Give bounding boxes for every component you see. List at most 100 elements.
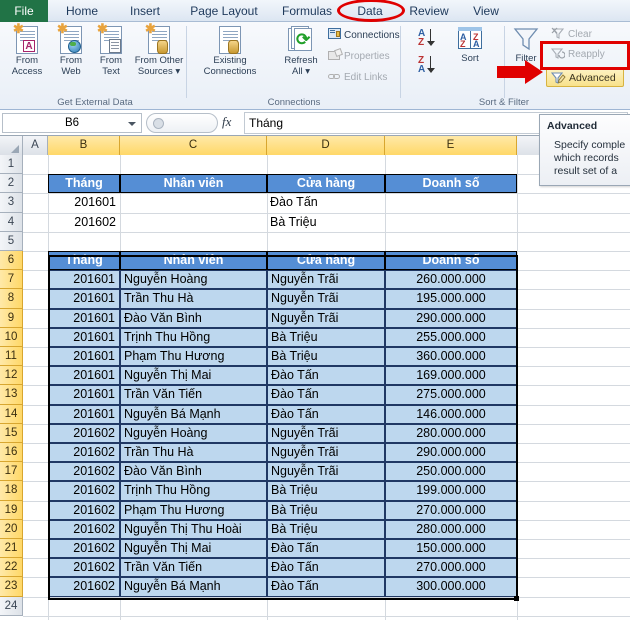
criteria-header-E2[interactable]: Doanh số xyxy=(385,174,517,193)
data-cell-B20[interactable]: 201602 xyxy=(48,520,120,539)
criteria-header-C2[interactable]: Nhân viên xyxy=(120,174,267,193)
criteria-cell-B3[interactable]: 201601 xyxy=(48,193,120,212)
worksheet-grid[interactable]: A B C D E 123456789101112131415161718192… xyxy=(0,136,630,620)
row-header-19[interactable]: 19 xyxy=(0,501,23,520)
data-cell-D19[interactable]: Bà Triệu xyxy=(267,501,385,520)
data-cell-B15[interactable]: 201602 xyxy=(48,424,120,443)
formula-bar-buttons[interactable] xyxy=(146,113,218,133)
row-header-1[interactable]: 1 xyxy=(0,155,23,174)
data-cell-C8[interactable]: Trần Thu Hà xyxy=(120,289,267,308)
data-cell-C19[interactable]: Phạm Thu Hương xyxy=(120,501,267,520)
data-cell-D15[interactable]: Nguyễn Trãi xyxy=(267,424,385,443)
column-header-d[interactable]: D xyxy=(267,136,385,155)
sort-descending-button[interactable]: Z A xyxy=(418,55,444,77)
row-header-10[interactable]: 10 xyxy=(0,328,23,347)
data-cell-E9[interactable]: 290.000.000 xyxy=(385,309,517,328)
insert-function-icon[interactable]: fx xyxy=(222,114,231,130)
row-header-17[interactable]: 17 xyxy=(0,462,23,481)
data-cell-C22[interactable]: Trần Văn Tiến xyxy=(120,558,267,577)
row-header-7[interactable]: 7 xyxy=(0,270,23,289)
data-cell-E7[interactable]: 260.000.000 xyxy=(385,270,517,289)
data-cell-E15[interactable]: 280.000.000 xyxy=(385,424,517,443)
data-cell-C23[interactable]: Nguyễn Bá Mạnh xyxy=(120,577,267,596)
tab-review[interactable]: Review xyxy=(400,0,458,22)
data-cell-C13[interactable]: Trần Văn Tiến xyxy=(120,385,267,404)
data-cell-B13[interactable]: 201601 xyxy=(48,385,120,404)
reapply-filter-button[interactable]: Reapply xyxy=(551,47,605,62)
from-other-sources-button[interactable]: ✱ From Other Sources ▾ xyxy=(131,26,187,77)
selection-fill-handle[interactable] xyxy=(514,596,519,601)
data-cell-D22[interactable]: Đào Tấn xyxy=(267,558,385,577)
data-cell-B16[interactable]: 201602 xyxy=(48,443,120,462)
data-cell-C21[interactable]: Nguyễn Thị Mai xyxy=(120,539,267,558)
column-header-b[interactable]: B xyxy=(48,136,120,155)
data-cell-E13[interactable]: 275.000.000 xyxy=(385,385,517,404)
row-header-5[interactable]: 5 xyxy=(0,232,23,251)
column-header-e[interactable]: E xyxy=(385,136,517,155)
data-cell-C15[interactable]: Nguyễn Hoàng xyxy=(120,424,267,443)
data-cell-B11[interactable]: 201601 xyxy=(48,347,120,366)
clear-filter-button[interactable]: Clear xyxy=(551,27,592,42)
cancel-formula-icon[interactable] xyxy=(153,118,164,129)
row-header-20[interactable]: 20 xyxy=(0,520,23,539)
criteria-header-D2[interactable]: Cửa hàng xyxy=(267,174,385,193)
chevron-down-icon[interactable] xyxy=(128,122,136,126)
data-cell-C7[interactable]: Nguyễn Hoàng xyxy=(120,270,267,289)
data-cell-D14[interactable]: Đào Tấn xyxy=(267,405,385,424)
row-header-15[interactable]: 15 xyxy=(0,424,23,443)
row-header-2[interactable]: 2 xyxy=(0,174,23,193)
data-cell-D10[interactable]: Bà Triệu xyxy=(267,328,385,347)
existing-connections-button[interactable]: Existing Connections xyxy=(190,26,270,77)
row-header-13[interactable]: 13 xyxy=(0,385,23,404)
row-header-6[interactable]: 6 xyxy=(0,251,23,270)
data-cell-D16[interactable]: Nguyễn Trãi xyxy=(267,443,385,462)
data-cell-B17[interactable]: 201602 xyxy=(48,462,120,481)
data-cell-E12[interactable]: 169.000.000 xyxy=(385,366,517,385)
data-cell-B19[interactable]: 201602 xyxy=(48,501,120,520)
tab-file[interactable]: File xyxy=(0,0,48,22)
data-cell-B7[interactable]: 201601 xyxy=(48,270,120,289)
data-cell-C11[interactable]: Phạm Thu Hương xyxy=(120,347,267,366)
from-text-button[interactable]: ✱ From Text xyxy=(91,26,131,77)
data-cell-C10[interactable]: Trịnh Thu Hồng xyxy=(120,328,267,347)
data-cell-D7[interactable]: Nguyễn Trãi xyxy=(267,270,385,289)
data-cell-B10[interactable]: 201601 xyxy=(48,328,120,347)
row-header-8[interactable]: 8 xyxy=(0,289,23,308)
criteria-header-B2[interactable]: Tháng xyxy=(48,174,120,193)
tab-home[interactable]: Home xyxy=(56,0,108,22)
data-cell-D23[interactable]: Đào Tấn xyxy=(267,577,385,596)
connections-button[interactable]: Connections xyxy=(328,28,400,43)
row-header-23[interactable]: 23 xyxy=(0,577,23,596)
data-cell-B18[interactable]: 201602 xyxy=(48,481,120,500)
data-cell-C9[interactable]: Đào Văn Bình xyxy=(120,309,267,328)
data-cell-B22[interactable]: 201602 xyxy=(48,558,120,577)
row-header-18[interactable]: 18 xyxy=(0,481,23,500)
data-cell-D17[interactable]: Nguyễn Trãi xyxy=(267,462,385,481)
row-header-24[interactable]: 24 xyxy=(0,597,23,616)
row-header-14[interactable]: 14 xyxy=(0,405,23,424)
data-cell-D11[interactable]: Bà Triệu xyxy=(267,347,385,366)
filter-button[interactable]: Filter xyxy=(506,26,546,65)
data-header-B6[interactable]: Tháng xyxy=(48,251,120,270)
column-header-a[interactable]: A xyxy=(23,136,48,155)
data-cell-B8[interactable]: 201601 xyxy=(48,289,120,308)
data-cell-B12[interactable]: 201601 xyxy=(48,366,120,385)
from-web-button[interactable]: ✱ From Web xyxy=(51,26,91,77)
sort-ascending-button[interactable]: A Z xyxy=(418,28,444,50)
data-cell-E8[interactable]: 195.000.000 xyxy=(385,289,517,308)
data-header-D6[interactable]: Cửa hàng xyxy=(267,251,385,270)
data-cell-C17[interactable]: Đào Văn Bình xyxy=(120,462,267,481)
tab-formulas[interactable]: Formulas xyxy=(274,0,340,22)
row-header-16[interactable]: 16 xyxy=(0,443,23,462)
name-box[interactable]: B6 xyxy=(2,113,142,133)
data-cell-E18[interactable]: 199.000.000 xyxy=(385,481,517,500)
row-header-3[interactable]: 3 xyxy=(0,193,23,212)
from-access-button[interactable]: ✱ A From Access xyxy=(3,26,51,77)
criteria-cell-D4[interactable]: Bà Triệu xyxy=(267,213,385,232)
data-cell-B9[interactable]: 201601 xyxy=(48,309,120,328)
criteria-cell-D3[interactable]: Đào Tấn xyxy=(267,193,385,212)
data-cell-E20[interactable]: 280.000.000 xyxy=(385,520,517,539)
data-cell-D20[interactable]: Bà Triệu xyxy=(267,520,385,539)
data-cell-E16[interactable]: 290.000.000 xyxy=(385,443,517,462)
row-header-4[interactable]: 4 xyxy=(0,213,23,232)
